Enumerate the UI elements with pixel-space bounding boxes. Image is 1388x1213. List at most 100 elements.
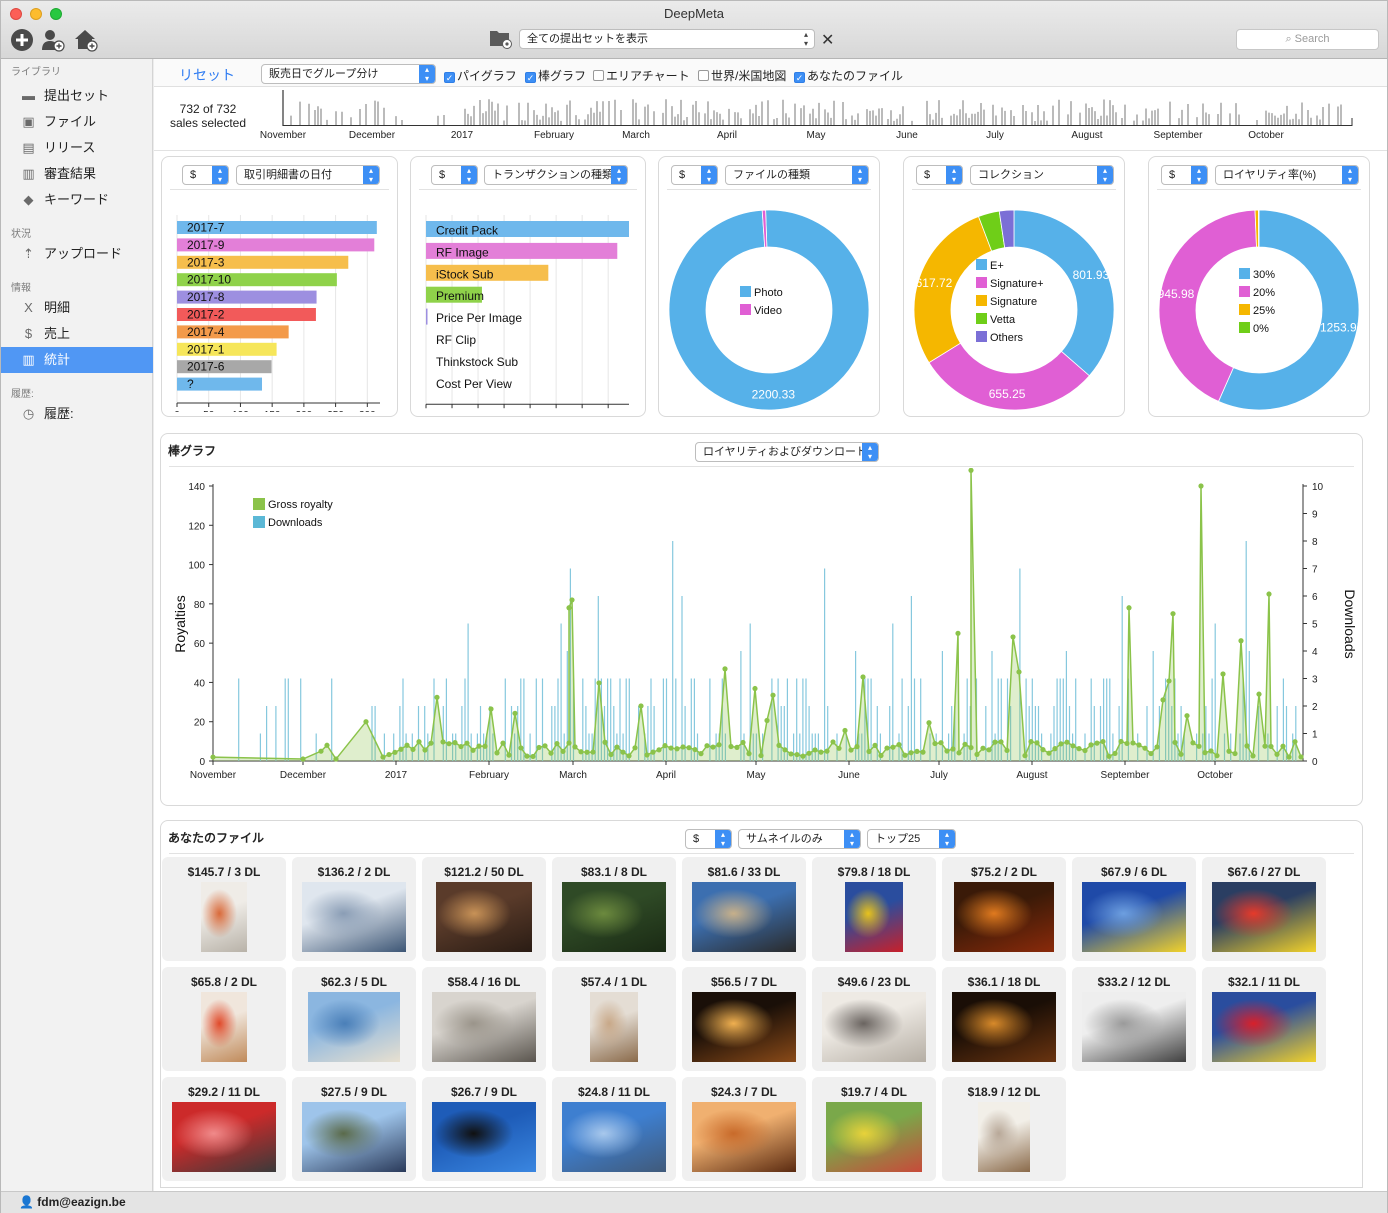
- file-thumbnail-card[interactable]: $136.2 / 2 DL: [292, 857, 416, 961]
- sidebar-item-keywords[interactable]: ◆ キーワード: [1, 187, 153, 213]
- file-thumbnail-card[interactable]: $18.9 / 12 DL: [942, 1077, 1066, 1181]
- file-thumbnail-image[interactable]: [436, 882, 532, 952]
- file-thumbnail-image[interactable]: [692, 992, 796, 1062]
- file-thumbnail-card[interactable]: $83.1 / 8 DL: [552, 857, 676, 961]
- sidebar-item-reviews[interactable]: ▥ 審査結果: [1, 161, 153, 187]
- file-thumbnail-card[interactable]: $67.6 / 27 DL: [1202, 857, 1326, 961]
- file-thumbnail-card[interactable]: $24.3 / 7 DL: [682, 1077, 806, 1181]
- dimension-select[interactable]: トランザクションの種類 ▴ ▾: [484, 165, 628, 185]
- clear-filter-icon[interactable]: ✕: [821, 30, 834, 50]
- file-thumbnail-card[interactable]: $49.6 / 23 DL: [812, 967, 936, 1071]
- add-home-icon[interactable]: [74, 28, 98, 52]
- file-thumbnail-card[interactable]: $79.8 / 18 DL: [812, 857, 936, 961]
- file-thumbnail-image[interactable]: [201, 882, 247, 952]
- file-thumbnail-card[interactable]: $33.2 / 12 DL: [1072, 967, 1196, 1071]
- currency-select[interactable]: $ ▴ ▾: [431, 165, 478, 185]
- file-thumbnail-card[interactable]: $58.4 / 16 DL: [422, 967, 546, 1071]
- reset-button[interactable]: リセット: [179, 65, 235, 85]
- file-thumbnail-image[interactable]: [845, 882, 903, 952]
- file-thumbnail-image[interactable]: [590, 992, 638, 1062]
- file-thumbnail-image[interactable]: [1082, 992, 1186, 1062]
- file-thumbnail-card[interactable]: $36.1 / 18 DL: [942, 967, 1066, 1071]
- date-bar-chart[interactable]: 2017-72017-92017-32017-102017-82017-2201…: [162, 197, 399, 412]
- timeline-brush[interactable]: 732 of 732 sales selected November Decemb…: [154, 88, 1387, 151]
- timeline-month-label: April: [717, 130, 737, 141]
- royalty-rate-donut[interactable]: 1253.95 945.98 30% 20% 25% 0%: [1149, 197, 1371, 412]
- world-map-checkbox[interactable]: 世界/米国地図: [698, 67, 786, 84]
- view-mode-select[interactable]: サムネイルのみ ▴ ▾: [738, 829, 861, 849]
- search-placeholder: Search: [1294, 33, 1330, 45]
- metric-select[interactable]: ロイヤリティおよびダウンロード ▴ ▾: [695, 442, 879, 462]
- your-files-checkbox[interactable]: ✓ あなたのファイル: [794, 67, 903, 84]
- submission-set-select[interactable]: 全ての提出セットを表示 ▴ ▾: [519, 29, 815, 49]
- chart-icon: ▥: [22, 352, 35, 367]
- file-thumbnail-card[interactable]: $32.1 / 11 DL: [1202, 967, 1326, 1071]
- file-thumbnail-image[interactable]: [432, 992, 536, 1062]
- transaction-bar-chart[interactable]: Credit Pack RF Image iStock Sub Premium Pric…: [411, 197, 647, 412]
- add-user-icon[interactable]: [41, 28, 65, 52]
- bar-chart-checkbox[interactable]: ✓ 棒グラフ: [525, 67, 586, 84]
- file-thumbnail-card[interactable]: $145.7 / 3 DL: [162, 857, 286, 961]
- file-thumbnail-image[interactable]: [692, 882, 796, 952]
- file-thumbnail-card[interactable]: $62.3 / 5 DL: [292, 967, 416, 1071]
- dimension-select[interactable]: 取引明細書の日付 ▴ ▾: [236, 165, 380, 185]
- file-thumbnail-card[interactable]: $81.6 / 33 DL: [682, 857, 806, 961]
- file-thumbnail-card[interactable]: $27.5 / 9 DL: [292, 1077, 416, 1181]
- sidebar-item-releases[interactable]: ▤ リリース: [1, 135, 153, 161]
- file-thumbnail-image[interactable]: [692, 1102, 796, 1172]
- search-field[interactable]: ⌕ Search: [1236, 29, 1379, 50]
- file-type-donut[interactable]: 2200.33 Photo Video: [659, 197, 881, 412]
- file-thumbnail-image[interactable]: [201, 992, 247, 1062]
- timeline-chart[interactable]: November December 2017 February March April Ma…: [154, 88, 1387, 151]
- file-thumbnail-card[interactable]: $56.5 / 7 DL: [682, 967, 806, 1071]
- sidebar-item-sales[interactable]: $ 売上: [1, 321, 153, 347]
- file-thumbnail-image[interactable]: [1212, 992, 1316, 1062]
- file-thumbnail-card[interactable]: $75.2 / 2 DL: [942, 857, 1066, 961]
- currency-select[interactable]: $ ▴ ▾: [1161, 165, 1208, 185]
- file-thumbnail-card[interactable]: $29.2 / 11 DL: [162, 1077, 286, 1181]
- dimension-select[interactable]: コレクション ▴ ▾: [970, 165, 1114, 185]
- file-thumbnail-image[interactable]: [822, 992, 926, 1062]
- file-thumbnail-image[interactable]: [432, 1102, 536, 1172]
- file-thumbnail-image[interactable]: [978, 1102, 1030, 1172]
- sidebar-item-history[interactable]: ◷ 履歴:: [1, 401, 153, 427]
- file-thumbnail-image[interactable]: [172, 1102, 276, 1172]
- updown-arrow-icon: ▴ ▾: [1191, 166, 1207, 184]
- top-count-select[interactable]: トップ25 ▴ ▾: [867, 829, 956, 849]
- sidebar-item-statements[interactable]: X 明細: [1, 295, 153, 321]
- file-thumbnail-card[interactable]: $67.9 / 6 DL: [1072, 857, 1196, 961]
- sidebar-item-submission-sets[interactable]: ▬ 提出セット: [1, 83, 153, 109]
- file-thumbnail-card[interactable]: $57.4 / 1 DL: [552, 967, 676, 1071]
- file-thumbnail-image[interactable]: [562, 1102, 666, 1172]
- file-thumbnail-image[interactable]: [952, 992, 1056, 1062]
- file-thumbnail-image[interactable]: [562, 882, 666, 952]
- file-thumbnail-card[interactable]: $24.8 / 11 DL: [552, 1077, 676, 1181]
- area-chart-checkbox[interactable]: エリアチャート: [593, 67, 690, 84]
- sidebar-item-upload[interactable]: ⇡ アップロード: [1, 241, 153, 267]
- file-thumbnail-image[interactable]: [308, 992, 400, 1062]
- file-thumbnail-image[interactable]: [302, 1102, 406, 1172]
- dimension-select[interactable]: ロイヤリティ率(%) ▴ ▾: [1215, 165, 1359, 185]
- currency-select[interactable]: $ ▴ ▾: [182, 165, 229, 185]
- add-icon[interactable]: [10, 28, 34, 52]
- file-thumbnail-card[interactable]: $121.2 / 50 DL: [422, 857, 546, 961]
- file-thumbnail-card[interactable]: $19.7 / 4 DL: [812, 1077, 936, 1181]
- file-thumbnail-image[interactable]: [826, 1102, 922, 1172]
- royalty-download-chart[interactable]: 0 20 40 60 80 100 120 140 0 1 2 3 4 5 6 7 8 9 10 Royalties D…: [161, 468, 1364, 804]
- group-by-select[interactable]: 販売日でグループ分け ▴ ▾: [261, 64, 436, 84]
- pie-chart-checkbox[interactable]: ✓ パイグラフ: [444, 67, 517, 84]
- file-thumbnail-card[interactable]: $26.7 / 9 DL: [422, 1077, 546, 1181]
- collection-donut[interactable]: 801.93 655.25 617.72 E+ Signature+ Signature V…: [904, 197, 1126, 412]
- files-currency-select[interactable]: $ ▴ ▾: [685, 829, 732, 849]
- currency-select[interactable]: $ ▴ ▾: [916, 165, 963, 185]
- file-thumbnail-image[interactable]: [954, 882, 1054, 952]
- file-thumbnail-image[interactable]: [1082, 882, 1186, 952]
- file-thumbnail-card[interactable]: $65.8 / 2 DL: [162, 967, 286, 1071]
- currency-select[interactable]: $ ▴ ▾: [671, 165, 718, 185]
- file-thumbnail-image[interactable]: [1212, 882, 1316, 952]
- sidebar-item-statistics[interactable]: ▥ 統計: [1, 347, 153, 373]
- dimension-select[interactable]: ファイルの種類 ▴ ▾: [725, 165, 869, 185]
- folder-settings-icon[interactable]: [489, 28, 513, 50]
- sidebar-item-files[interactable]: ▣ ファイル: [1, 109, 153, 135]
- file-thumbnail-image[interactable]: [302, 882, 406, 952]
